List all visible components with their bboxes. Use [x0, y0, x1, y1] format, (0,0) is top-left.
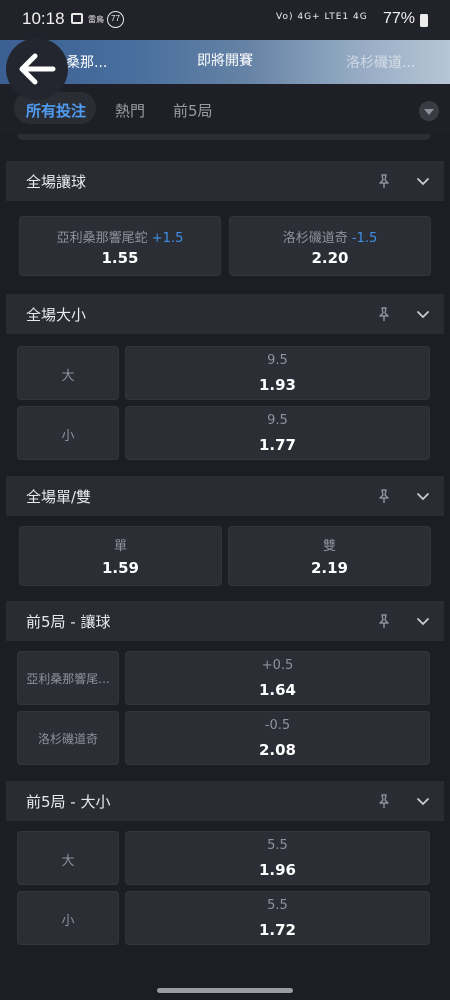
selection-label-f5-over: 大	[17, 831, 119, 885]
bet-cell-f5-handicap-away[interactable]: -0.5 2.08	[125, 711, 430, 765]
market-title: 前5局 - 讓球	[26, 613, 111, 631]
line-value: 5.5	[267, 838, 288, 853]
bet-cell-odd[interactable]: 單 1.59	[19, 526, 222, 586]
selection-label: 洛杉磯道奇 -1.5	[230, 227, 430, 246]
line-value: +0.5	[261, 658, 294, 673]
notification-count-badge: 77	[107, 11, 124, 28]
market-header-odd-even[interactable]: 全場單/雙	[6, 476, 444, 516]
handicap-line: +1.5	[151, 231, 184, 246]
bet-cell-f5-handicap-home[interactable]: +0.5 1.64	[125, 651, 430, 705]
bet-cell-total-over[interactable]: 9.5 1.93	[125, 346, 430, 400]
odds-value: 2.20	[311, 249, 349, 267]
tabs-expand-button[interactable]	[419, 101, 439, 121]
pin-icon[interactable]	[376, 613, 392, 629]
bet-cell-f5-total-under[interactable]: 5.5 1.72	[125, 891, 430, 945]
chevron-down-icon[interactable]	[415, 793, 431, 809]
pin-icon[interactable]	[376, 793, 392, 809]
selection-name: 亞利桑那響尾...	[26, 672, 110, 686]
selection-name: 洛杉磯道奇	[37, 732, 98, 746]
tab-all-bets[interactable]: 所有投注	[26, 100, 86, 121]
odds-value: 1.72	[258, 921, 296, 939]
market-header-f5-handicap[interactable]: 前5局 - 讓球	[6, 601, 444, 641]
bet-tabs: 所有投注 熱門 前5局	[0, 84, 450, 134]
pin-icon[interactable]	[376, 173, 392, 189]
market-title: 全場讓球	[26, 173, 87, 191]
selection-label: 雙	[322, 539, 336, 554]
market-title: 全場大小	[26, 306, 87, 324]
bet-cell-handicap-home[interactable]: 亞利桑那響尾蛇 +1.5 1.55	[19, 216, 221, 276]
selection-name: 大	[61, 854, 75, 869]
chevron-down-icon[interactable]	[415, 306, 431, 322]
chevron-down-icon[interactable]	[415, 488, 431, 504]
odds-value: 1.93	[258, 376, 296, 394]
bet-cell-total-under[interactable]: 9.5 1.77	[125, 406, 430, 460]
battery-icon	[420, 14, 428, 27]
gesture-navigation-bar[interactable]	[157, 988, 293, 993]
line-value: 9.5	[267, 353, 288, 368]
market-title: 前5局 - 大小	[26, 793, 111, 811]
selection-label: 單	[113, 539, 127, 554]
odds-value: 1.64	[258, 681, 296, 699]
pin-icon[interactable]	[376, 306, 392, 322]
app-notification-label: 雷鳥	[88, 15, 104, 24]
selection-label-over: 大	[17, 346, 119, 400]
arrow-left-icon	[19, 53, 56, 85]
odds-value: 1.55	[101, 249, 139, 267]
pin-icon[interactable]	[376, 488, 392, 504]
selection-label-under: 小	[17, 406, 119, 460]
chevron-down-icon[interactable]	[415, 613, 431, 629]
tab-popular[interactable]: 熱門	[115, 100, 145, 121]
team-name: 亞利桑那響尾蛇	[56, 231, 148, 246]
selection-label-f5-under: 小	[17, 891, 119, 945]
market-title: 全場單/雙	[26, 488, 92, 506]
team-name: 洛杉磯道奇	[282, 231, 348, 246]
selection-name: 大	[61, 369, 75, 384]
line-value: -0.5	[264, 718, 291, 733]
odds-value: 1.59	[101, 559, 139, 577]
back-button[interactable]	[6, 38, 68, 100]
match-header: 亞利桑那... 即將開賽 洛杉磯道...	[0, 40, 450, 84]
market-header-total[interactable]: 全場大小	[6, 294, 444, 334]
line-value: 9.5	[267, 413, 288, 428]
chevron-down-icon[interactable]	[415, 173, 431, 189]
selection-label-f5-home: 亞利桑那響尾...	[17, 651, 119, 705]
selection-label-f5-away: 洛杉磯道奇	[17, 711, 119, 765]
odds-value: 2.19	[310, 559, 348, 577]
selection-label: 亞利桑那響尾蛇 +1.5	[20, 227, 220, 246]
line-value: 5.5	[267, 898, 288, 913]
battery-level: 77%	[383, 10, 416, 27]
gallery-icon	[71, 13, 83, 24]
status-bar: 10:18 雷鳥 77 Vo) 4G+ LTE1 4G 77%	[0, 0, 450, 40]
signal-icons: Vo) 4G+ LTE1 4G	[276, 12, 368, 22]
odds-value: 1.77	[258, 436, 296, 454]
selection-name: 小	[61, 914, 75, 929]
header-team-away: 洛杉磯道...	[346, 55, 416, 71]
status-time: 10:18	[22, 9, 65, 28]
market-header-f5-total[interactable]: 前5局 - 大小	[6, 781, 444, 821]
tab-first-5[interactable]: 前5局	[173, 100, 213, 121]
odds-value: 2.08	[258, 741, 296, 759]
market-header-handicap[interactable]: 全場讓球	[6, 161, 444, 201]
handicap-line: -1.5	[351, 231, 378, 246]
bet-cell-even[interactable]: 雙 2.19	[228, 526, 431, 586]
bet-cell-handicap-away[interactable]: 洛杉磯道奇 -1.5 2.20	[229, 216, 431, 276]
previous-section-edge	[17, 134, 431, 140]
bet-cell-f5-total-over[interactable]: 5.5 1.96	[125, 831, 430, 885]
selection-name: 小	[61, 429, 75, 444]
odds-value: 1.96	[258, 861, 296, 879]
